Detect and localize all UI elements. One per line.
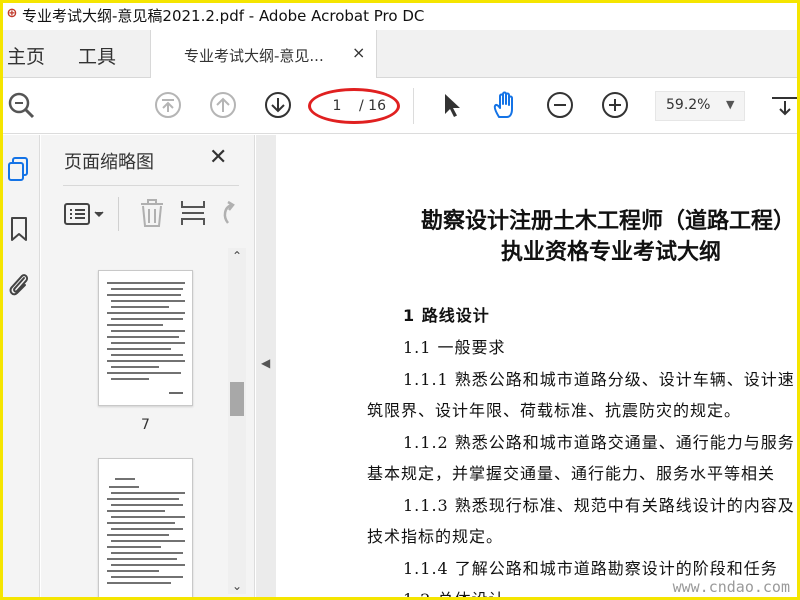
select-cursor-icon[interactable]	[437, 90, 467, 120]
body-line: 1.1.1 熟悉公路和城市道路分级、设计车辆、设计速	[403, 370, 795, 389]
window-title: 专业考试大纲-意见稿2021.2.pdf - Adobe Acrobat Pro…	[22, 7, 425, 25]
chevron-down-icon: ▼	[726, 98, 735, 111]
thumbnail-page-number: 7	[141, 417, 150, 433]
panel-collapse-strip[interactable]: ◀	[256, 135, 276, 600]
acrobat-logo-icon: ⊕	[6, 6, 18, 21]
page-thumbnail-preview	[107, 478, 185, 584]
scroll-mode-icon[interactable]	[770, 90, 800, 120]
previous-page-icon[interactable]	[208, 90, 238, 120]
delete-page-trash-icon[interactable]	[137, 197, 167, 229]
subsection-heading: 1.1 一般要求	[403, 338, 506, 357]
page-thumbnail-preview	[107, 282, 185, 394]
navigation-rail	[0, 135, 40, 600]
thumbnail-options-menu-icon[interactable]	[63, 199, 109, 229]
site-watermark: www.cndao.com	[672, 578, 790, 596]
thumbnails-panel: 页面缩略图 ✕ 7 ⌃ ⌄	[41, 135, 255, 600]
nav-home-tab[interactable]: 主页	[7, 42, 45, 69]
document-tab-label: 专业考试大纲-意见...	[184, 47, 324, 65]
body-line: 1.1.4 了解公路和城市道路勘察设计的阶段和任务	[403, 559, 778, 578]
subsection-heading: 1.2 总体设计	[403, 590, 506, 600]
document-title-line-2: 执业资格专业考试大纲	[501, 239, 722, 265]
scroll-down-arrow-icon[interactable]: ⌄	[228, 578, 246, 594]
zoom-in-icon[interactable]	[600, 90, 630, 120]
scroll-up-arrow-icon[interactable]: ⌃	[228, 248, 246, 264]
page-thumbnail[interactable]	[98, 270, 193, 406]
thumbnail-scrollbar[interactable]: ⌃ ⌄	[228, 248, 246, 594]
toolbar: 1 / 16 59.2% ▼	[0, 78, 800, 134]
nav-tools-tab[interactable]: 工具	[78, 42, 116, 69]
scrollbar-thumb[interactable]	[230, 382, 244, 416]
insert-page-icon[interactable]	[178, 197, 208, 229]
title-bar: ⊕ 专业考试大纲-意见稿2021.2.pdf - Adobe Acrobat P…	[0, 0, 800, 30]
red-ellipse-annotation	[308, 88, 400, 124]
body-line: 筑限界、设计年限、荷载标准、抗震防灾的规定。	[367, 401, 742, 420]
next-page-icon[interactable]	[263, 90, 293, 120]
body-line: 技术指标的规定。	[367, 527, 504, 546]
panel-divider	[63, 185, 239, 186]
bookmark-icon[interactable]	[5, 215, 33, 243]
close-panel-icon[interactable]: ✕	[209, 145, 227, 170]
first-page-icon[interactable]	[153, 90, 183, 120]
thumbnail-list: 7	[41, 248, 227, 600]
section-heading: 1 路线设计	[403, 306, 490, 325]
zoom-out-icon[interactable]	[545, 90, 575, 120]
body-line: 1.1.2 熟悉公路和城市道路交通量、通行能力与服务	[403, 433, 795, 452]
panel-tools-divider	[118, 197, 119, 231]
collapse-panel-arrow-icon[interactable]: ◀	[261, 356, 270, 370]
close-tab-icon[interactable]: ×	[352, 43, 365, 62]
body-line: 基本规定，并掌握交通量、通行能力、服务水平等相关	[367, 464, 776, 483]
document-view[interactable]: 勘察设计注册土木工程师（道路工程） 执业资格专业考试大纲 1 路线设计 1.1 …	[277, 135, 800, 600]
search-zoom-icon[interactable]	[6, 90, 36, 120]
attachment-paperclip-icon[interactable]	[5, 270, 33, 298]
rotate-page-icon[interactable]	[218, 199, 242, 229]
document-title-line-1: 勘察设计注册土木工程师（道路工程）	[421, 208, 796, 234]
panel-title: 页面缩略图	[64, 152, 154, 173]
zoom-value: 59.2%	[666, 97, 711, 113]
toolbar-divider	[413, 88, 414, 124]
hand-tool-icon[interactable]	[490, 90, 520, 120]
document-tab[interactable]: 专业考试大纲-意见... ×	[150, 30, 377, 78]
zoom-dropdown[interactable]: 59.2% ▼	[655, 91, 745, 121]
tab-bar: 主页 工具 专业考试大纲-意见... ×	[0, 30, 800, 78]
page-thumbnails-icon[interactable]	[5, 155, 33, 183]
panel-toolbar	[63, 193, 239, 237]
body-line: 1.1.3 熟悉现行标准、规范中有关路线设计的内容及	[403, 496, 795, 515]
page-thumbnail[interactable]	[98, 458, 193, 600]
